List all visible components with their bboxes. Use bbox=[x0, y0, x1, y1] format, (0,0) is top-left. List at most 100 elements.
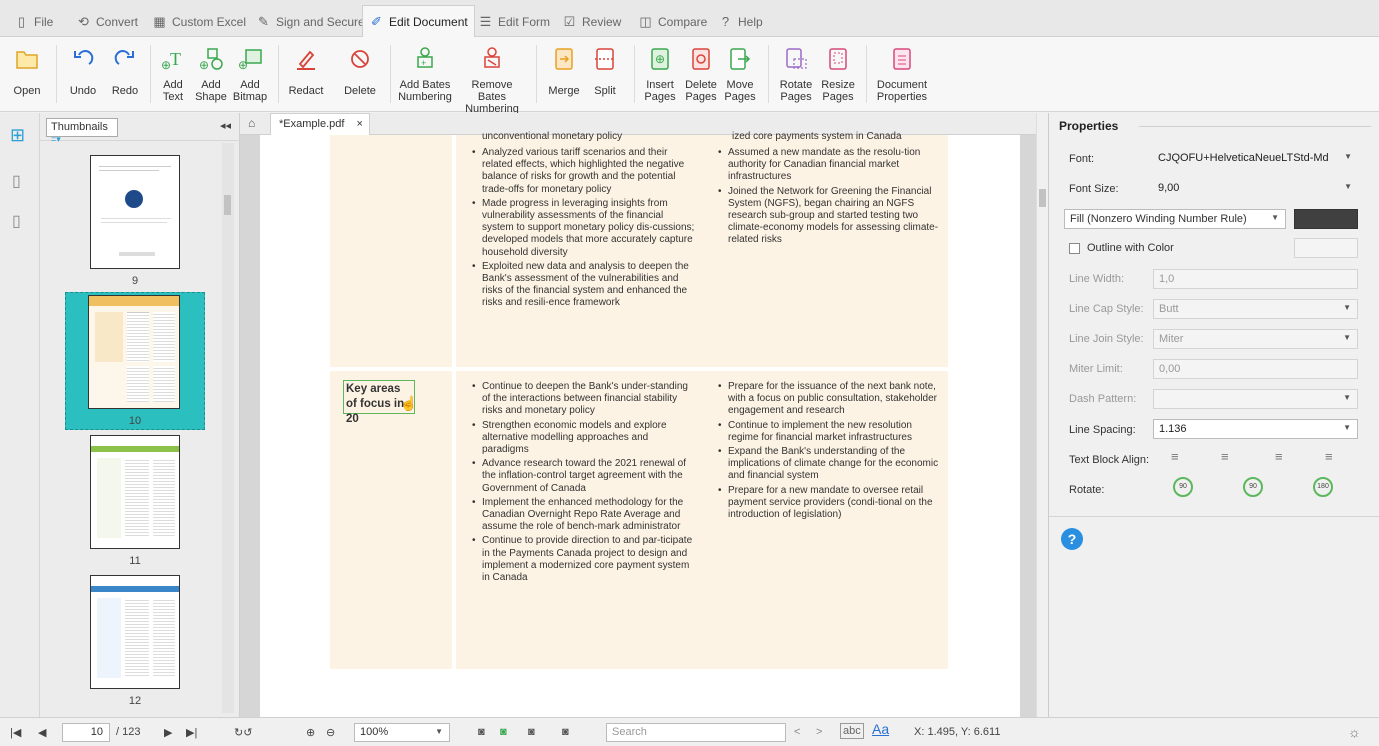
bullet-list[interactable]: Prepare for the issuance of the next ban… bbox=[716, 381, 944, 523]
document-properties-button[interactable]: Document Properties bbox=[874, 45, 930, 103]
add-bates-numbering-button[interactable]: + Add Bates Numbering bbox=[398, 45, 452, 103]
thumbnail-page[interactable] bbox=[90, 575, 180, 689]
thumbnails-selector[interactable]: Thumbnails =▾ bbox=[46, 118, 118, 144]
align-center-icon[interactable]: ≡ bbox=[1221, 449, 1229, 464]
outline-color-swatch[interactable] bbox=[1294, 238, 1358, 258]
list-item[interactable]: Assumed a new mandate as the resolu-tion… bbox=[716, 147, 944, 184]
text-line[interactable]: unconventional monetary policy bbox=[482, 131, 702, 142]
search-input[interactable]: Search bbox=[606, 723, 786, 742]
rotate-pages-button[interactable]: Rotate Pages bbox=[778, 45, 814, 103]
align-right-icon[interactable]: ≡ bbox=[1275, 449, 1283, 464]
tab-help[interactable]: ? Help bbox=[712, 6, 769, 37]
bullet-list[interactable]: Assumed a new mandate as the resolu-tion… bbox=[716, 147, 944, 249]
miter-limit-stepper[interactable]: 0,00 bbox=[1153, 359, 1358, 379]
line-width-stepper[interactable]: 1,0 bbox=[1153, 269, 1358, 289]
search-prev-icon[interactable]: < bbox=[794, 723, 800, 741]
delete-button[interactable]: Delete bbox=[342, 45, 378, 97]
rotate-view-icon[interactable]: ↻↺ bbox=[234, 723, 252, 741]
scrollbar-thumb[interactable] bbox=[1039, 189, 1046, 207]
list-item[interactable]: Expand the Bank's understanding of the i… bbox=[716, 446, 944, 483]
view-mode-icon[interactable]: ◙ bbox=[562, 723, 569, 741]
list-item[interactable]: Advance research toward the 2021 renewal… bbox=[470, 458, 695, 495]
text-line[interactable]: ized core payments system in Canada bbox=[732, 131, 952, 142]
collapse-panel-icon[interactable]: ◂◂ bbox=[220, 119, 231, 132]
help-icon[interactable]: ? bbox=[1061, 528, 1083, 550]
add-bitmap-button[interactable]: ⊕ Add Bitmap bbox=[232, 45, 268, 103]
match-case-toggle[interactable]: Aa bbox=[872, 721, 889, 737]
bullet-list[interactable]: Continue to deepen the Bank's under-stan… bbox=[470, 381, 695, 586]
attachments-icon[interactable]: ▯ bbox=[12, 211, 28, 231]
remove-bates-numbering-button[interactable]: Remove Bates Numbering bbox=[456, 45, 528, 115]
close-tab-icon[interactable]: × bbox=[356, 118, 362, 131]
list-item[interactable]: Made progress in leveraging insights fro… bbox=[470, 198, 695, 259]
page-number-input[interactable]: 10 bbox=[62, 723, 110, 742]
scrollbar-thumb[interactable] bbox=[224, 195, 231, 215]
search-next-icon[interactable]: > bbox=[816, 723, 822, 741]
document-scrollbar[interactable] bbox=[1036, 113, 1048, 717]
next-page-icon[interactable]: ▶ bbox=[164, 723, 172, 741]
font-size-select[interactable]: 9,00 bbox=[1153, 179, 1358, 199]
thumbnails-scrollbar[interactable] bbox=[222, 143, 234, 713]
insert-pages-button[interactable]: ⊕ Insert Pages bbox=[644, 45, 676, 103]
bullet-list[interactable]: Analyzed various tariff scenarios and th… bbox=[470, 147, 695, 312]
list-item[interactable]: Analyzed various tariff scenarios and th… bbox=[470, 147, 695, 196]
align-left-icon[interactable]: ≡ bbox=[1171, 449, 1179, 464]
redact-button[interactable]: Redact bbox=[286, 45, 326, 97]
font-select[interactable]: CJQOFU+HelveticaNeueLTStd-Md bbox=[1153, 149, 1358, 169]
tab-file[interactable]: ▯ File bbox=[8, 6, 59, 37]
prev-page-icon[interactable]: ◀ bbox=[38, 723, 46, 741]
zoom-in-icon[interactable]: ⊕ bbox=[306, 723, 315, 741]
list-item[interactable]: Exploited new data and analysis to deepe… bbox=[470, 261, 695, 310]
fill-rule-select[interactable]: Fill (Nonzero Winding Number Rule) bbox=[1064, 209, 1286, 229]
zoom-select[interactable]: 100% bbox=[354, 723, 450, 742]
match-word-toggle[interactable]: abc bbox=[840, 723, 864, 739]
list-item[interactable]: Implement the enhanced methodology for t… bbox=[470, 497, 695, 534]
thumbnail-page[interactable] bbox=[90, 155, 180, 269]
document-tab[interactable]: *Example.pdf × bbox=[270, 113, 370, 135]
fill-color-swatch[interactable] bbox=[1294, 209, 1358, 229]
rotate-ccw-90-button[interactable]: 90 bbox=[1173, 477, 1193, 497]
first-page-icon[interactable]: |◀ bbox=[10, 723, 21, 741]
bookmarks-icon[interactable]: ▯ bbox=[12, 171, 28, 191]
add-shape-button[interactable]: ⊕ Add Shape bbox=[194, 45, 228, 103]
tab-custom-excel[interactable]: ▦ Custom Excel bbox=[146, 6, 252, 37]
list-item[interactable]: Strengthen economic models and explore a… bbox=[470, 420, 695, 457]
view-mode-icon[interactable]: ◙ bbox=[528, 723, 535, 741]
thumbnails-grid-icon[interactable]: ⊞ bbox=[10, 125, 30, 145]
brightness-icon[interactable]: ☼ bbox=[1348, 723, 1361, 741]
align-justify-icon[interactable]: ≡ bbox=[1325, 449, 1333, 464]
rotate-180-button[interactable]: 180 bbox=[1313, 477, 1333, 497]
redo-button[interactable]: Redo bbox=[108, 45, 142, 97]
outline-checkbox[interactable] bbox=[1069, 243, 1080, 254]
move-pages-button[interactable]: Move Pages bbox=[724, 45, 756, 103]
undo-button[interactable]: Undo bbox=[66, 45, 100, 97]
add-text-button[interactable]: T ⊕ Add Text bbox=[158, 45, 188, 103]
rotate-cw-90-button[interactable]: 90 bbox=[1243, 477, 1263, 497]
view-mode-icon[interactable]: ◙ bbox=[500, 723, 507, 741]
tab-edit-form[interactable]: ☰ Edit Form bbox=[472, 6, 556, 37]
thumbnail-page[interactable] bbox=[90, 435, 180, 549]
last-page-icon[interactable]: ▶| bbox=[186, 723, 197, 741]
tab-sign-and-secure[interactable]: ✎ Sign and Secure bbox=[250, 6, 371, 37]
home-icon[interactable]: ⌂ bbox=[248, 116, 255, 130]
line-join-select[interactable]: Miter bbox=[1153, 329, 1358, 349]
list-item[interactable]: Prepare for the issuance of the next ban… bbox=[716, 381, 944, 418]
resize-pages-button[interactable]: Resize Pages bbox=[820, 45, 856, 103]
list-item[interactable]: Continue to implement the new resolution… bbox=[716, 420, 944, 444]
list-item[interactable]: Prepare for a new mandate to oversee ret… bbox=[716, 485, 944, 522]
dash-pattern-select[interactable] bbox=[1153, 389, 1358, 409]
view-mode-icon[interactable]: ◙ bbox=[478, 723, 485, 741]
thumbnail-page-selected[interactable] bbox=[88, 295, 180, 409]
list-item[interactable]: Joined the Network for Greening the Fina… bbox=[716, 186, 944, 247]
list-item[interactable]: Continue to provide direction to and par… bbox=[470, 535, 695, 584]
tab-review[interactable]: ☑ Review bbox=[556, 6, 627, 37]
tab-compare[interactable]: ◫ Compare bbox=[632, 6, 713, 37]
open-button[interactable]: Open bbox=[10, 45, 44, 97]
list-item[interactable]: Continue to deepen the Bank's under-stan… bbox=[470, 381, 695, 418]
line-cap-select[interactable]: Butt bbox=[1153, 299, 1358, 319]
delete-pages-button[interactable]: Delete Pages bbox=[682, 45, 720, 103]
split-button[interactable]: Split bbox=[590, 45, 620, 97]
tab-convert[interactable]: ⟲ Convert bbox=[70, 6, 144, 37]
tab-edit-document[interactable]: ✐ Edit Document bbox=[362, 5, 475, 37]
zoom-out-icon[interactable]: ⊖ bbox=[326, 723, 335, 741]
